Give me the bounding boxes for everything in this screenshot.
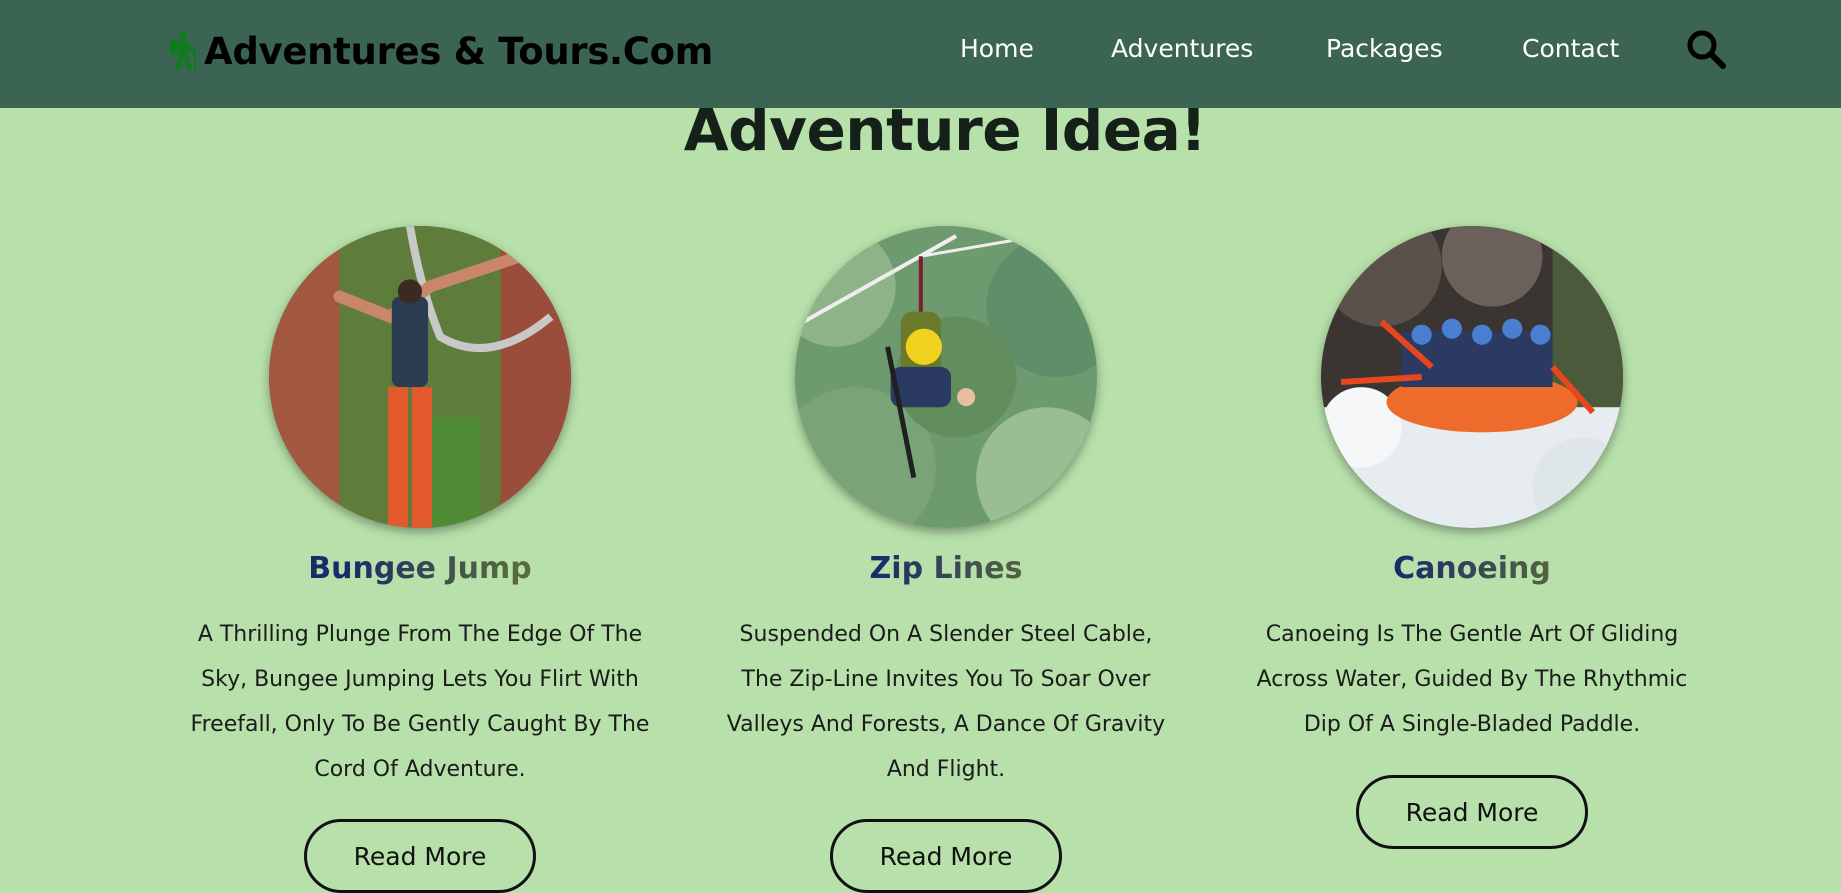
- card-description: Suspended On A Slender Steel Cable, The …: [726, 622, 1166, 782]
- logo-text: Adventures & Tours.Com: [204, 29, 714, 73]
- card-title: Canoeing: [1232, 551, 1712, 586]
- zip-lines-image: [795, 226, 1097, 528]
- hiker-icon: [170, 31, 196, 72]
- nav-adventures[interactable]: Adventures: [1111, 34, 1253, 63]
- site-header: Adventures & Tours.Com Home Adventures P…: [0, 0, 1841, 108]
- card-description: A Thrilling Plunge From The Edge Of The …: [190, 622, 650, 782]
- nav-packages[interactable]: Packages: [1326, 34, 1443, 63]
- adventure-card-bungee: Bungee Jump A Thrilling Plunge From The …: [180, 226, 660, 893]
- bungee-jump-image: [269, 226, 571, 528]
- nav-contact[interactable]: Contact: [1522, 34, 1619, 63]
- nav-home[interactable]: Home: [960, 34, 1034, 63]
- read-more-button[interactable]: Read More: [830, 819, 1062, 893]
- search-icon[interactable]: [1685, 28, 1727, 70]
- adventure-card-zipline: Zip Lines Suspended On A Slender Steel C…: [706, 226, 1186, 893]
- card-description: Canoeing Is The Gentle Art Of Gliding Ac…: [1256, 622, 1688, 737]
- site-logo[interactable]: Adventures & Tours.Com: [166, 26, 713, 76]
- adventure-card-canoeing: Canoeing Canoeing Is The Gentle Art Of G…: [1232, 226, 1712, 886]
- card-title: Bungee Jump: [180, 551, 660, 586]
- read-more-button[interactable]: Read More: [304, 819, 536, 893]
- card-title: Zip Lines: [706, 551, 1186, 586]
- read-more-button[interactable]: Read More: [1356, 775, 1588, 849]
- canoeing-image: [1321, 226, 1623, 528]
